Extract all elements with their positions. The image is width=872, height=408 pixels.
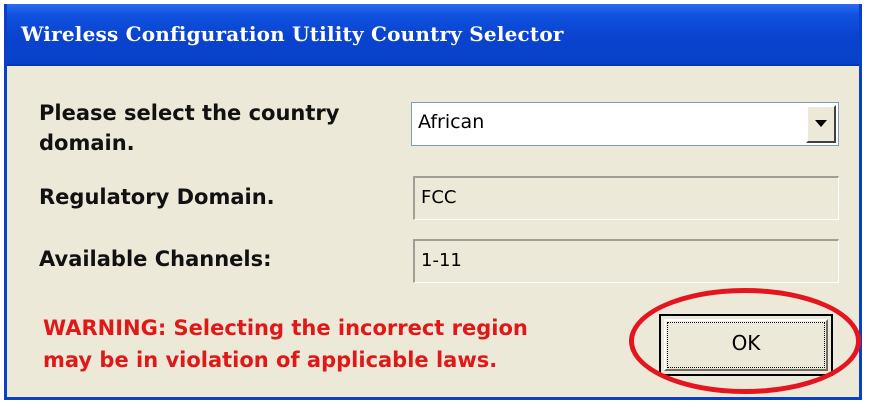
- country-domain-select[interactable]: African: [411, 102, 839, 146]
- warning-line-1: WARNING: Selecting the incorrect region: [43, 316, 528, 340]
- regulatory-domain-label: Regulatory Domain.: [39, 185, 275, 209]
- available-channels-field: 1-11: [413, 239, 839, 283]
- title-bar[interactable]: Wireless Configuration Utility Country S…: [7, 4, 859, 66]
- available-channels-label: Available Channels:: [39, 247, 272, 271]
- window-title: Wireless Configuration Utility Country S…: [21, 22, 564, 46]
- country-domain-label: Please select the country domain.: [39, 101, 340, 155]
- warning-message: WARNING: Selecting the incorrect region …: [43, 312, 603, 376]
- ok-button[interactable]: OK: [659, 314, 833, 376]
- warning-line-2: may be in violation of applicable laws.: [43, 348, 498, 372]
- chevron-down-icon: [815, 120, 827, 127]
- regulatory-domain-field: FCC: [413, 176, 839, 220]
- country-selector-dialog: Wireless Configuration Utility Country S…: [4, 4, 862, 400]
- dropdown-button[interactable]: [806, 105, 836, 143]
- country-domain-value: African: [418, 111, 485, 133]
- ok-button-label: OK: [731, 331, 761, 355]
- regulatory-domain-value: FCC: [421, 187, 457, 208]
- available-channels-value: 1-11: [421, 250, 462, 271]
